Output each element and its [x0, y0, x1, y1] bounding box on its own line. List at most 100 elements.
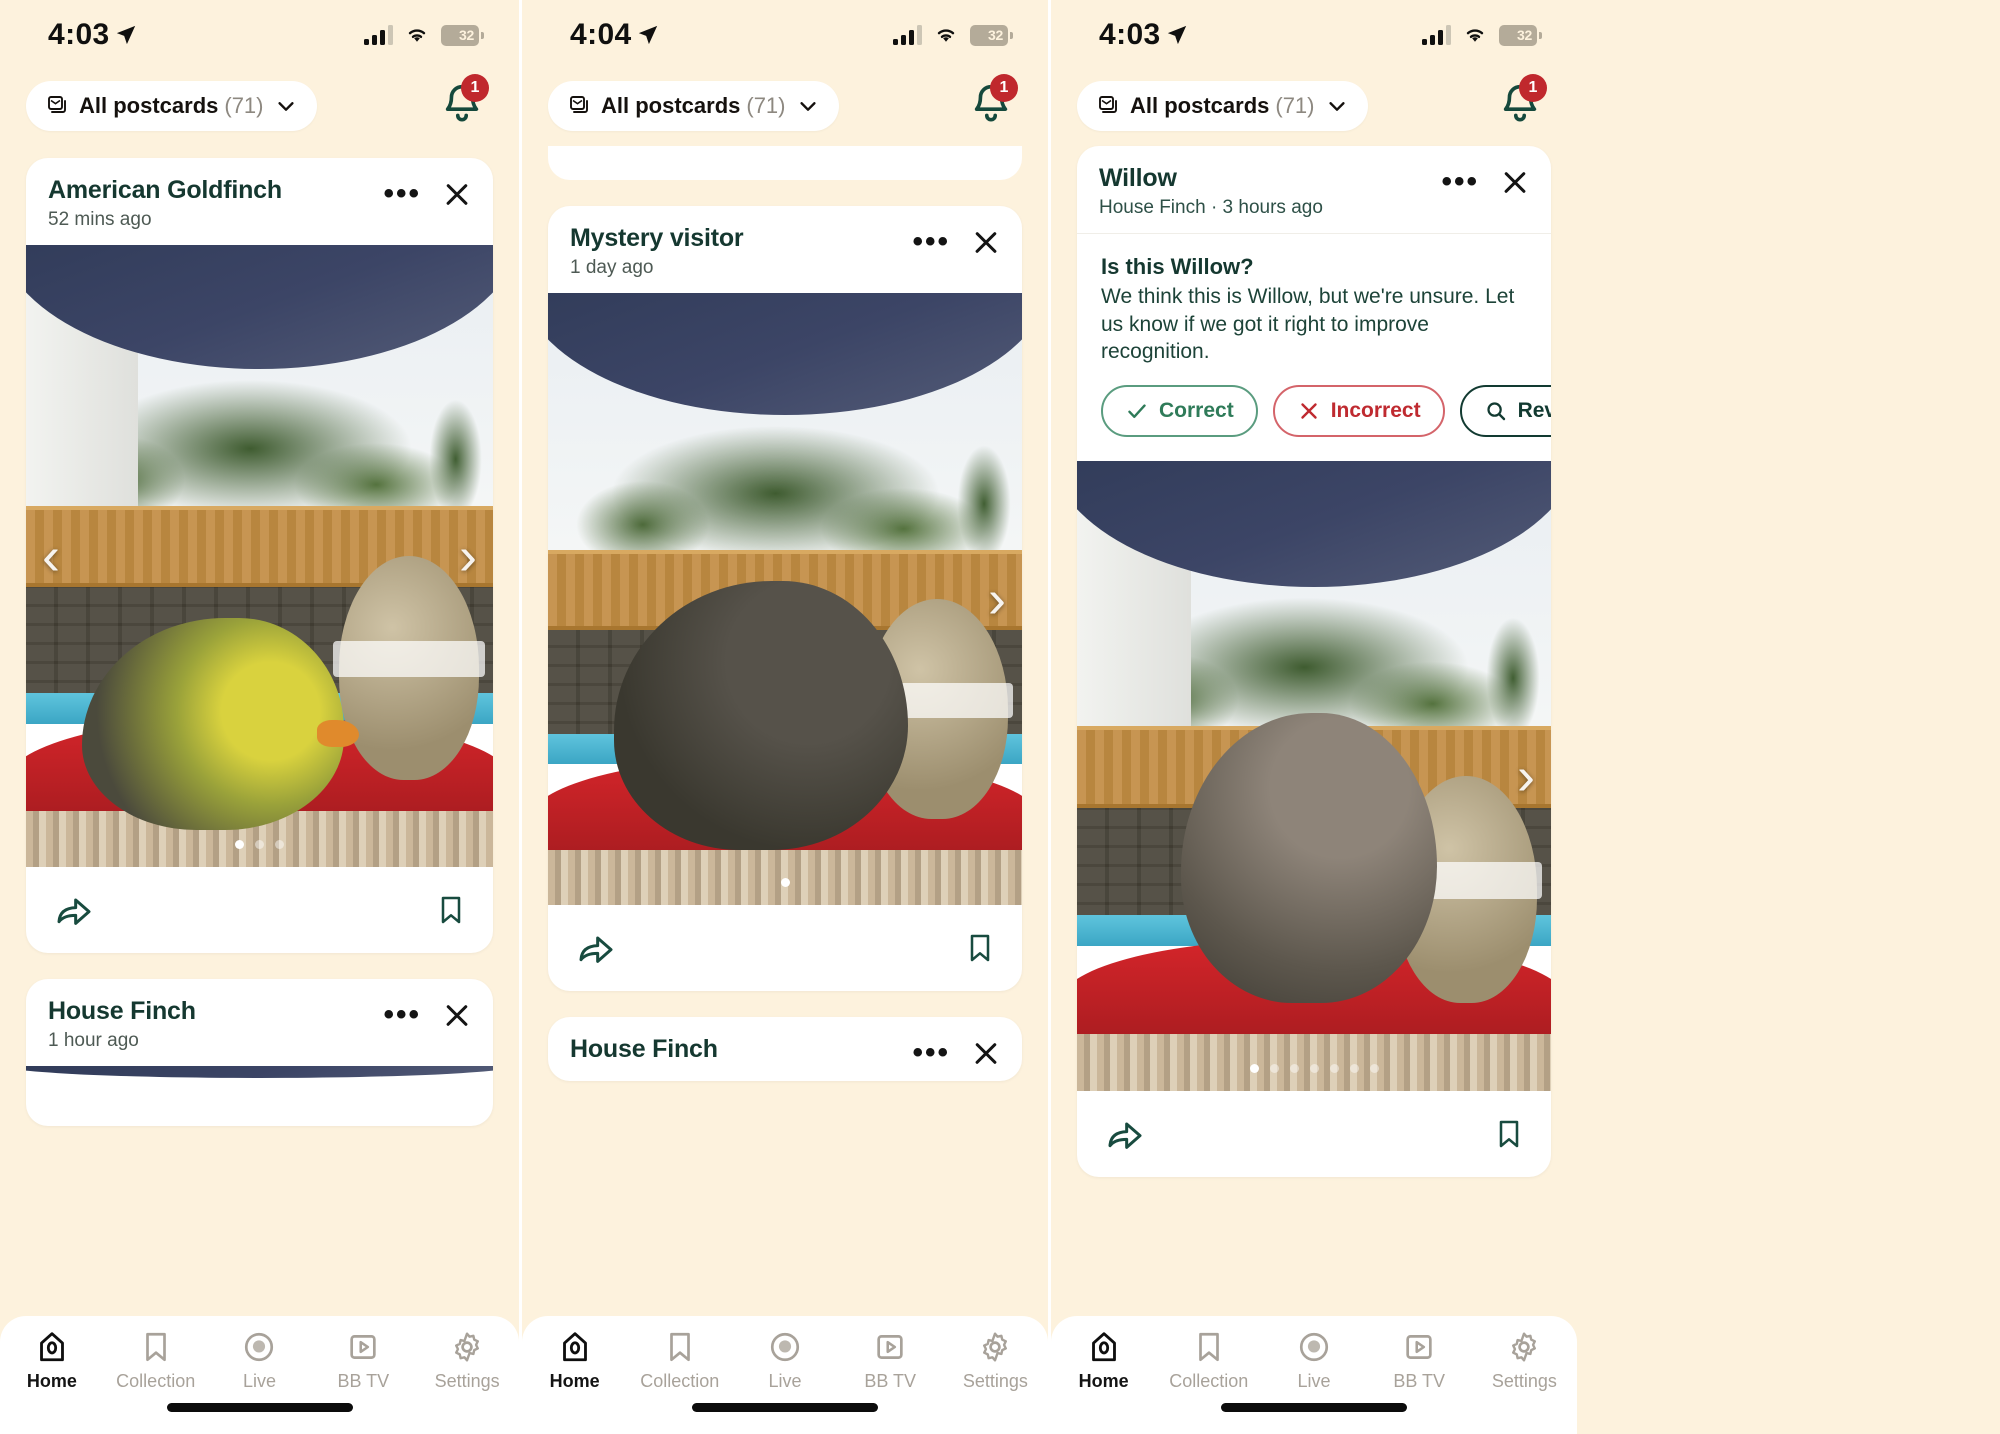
photo-pagination-dots[interactable]	[26, 840, 493, 849]
correct-button-label: Correct	[1159, 399, 1234, 423]
correct-button[interactable]: Correct	[1101, 385, 1258, 438]
card-menu-button[interactable]: •••	[383, 1000, 421, 1030]
photo-next-button[interactable]: ›	[988, 572, 1006, 626]
share-icon[interactable]	[52, 890, 96, 930]
postcard-feed[interactable]: American Goldfinch 52 mins ago ••• ‹ › H…	[0, 158, 519, 1434]
filter-count: (71)	[224, 93, 264, 118]
postcards-filter-button[interactable]: All postcards (71)	[1077, 81, 1368, 131]
cellular-signal-icon	[1422, 25, 1451, 45]
bookmark-icon[interactable]	[964, 928, 996, 968]
close-icon[interactable]	[1501, 168, 1529, 196]
tab-settings[interactable]: Settings	[415, 1330, 519, 1392]
postcard-feed[interactable]: Willow House Finch · 3 hours ago ••• Is …	[1051, 146, 1577, 1434]
postcard-card[interactable]: House Finch 1 hour ago •••	[26, 979, 493, 1126]
card-header: House Finch 1 hour ago •••	[26, 979, 493, 1066]
notifications-button[interactable]: 1	[1497, 74, 1547, 132]
photo-scene	[26, 245, 493, 867]
tab-home[interactable]: Home	[522, 1330, 627, 1392]
battery-level: 32	[988, 27, 1003, 43]
review-button[interactable]: Review	[1459, 385, 1551, 438]
postcard-card[interactable]: House Finch •••	[548, 1017, 1022, 1081]
close-icon[interactable]	[443, 1001, 471, 1029]
gear-icon	[983, 1332, 1008, 1362]
tab-bb-tv[interactable]: BB TV	[1367, 1330, 1472, 1392]
card-timestamp: 52 mins ago	[48, 209, 152, 230]
tab-label: BB TV	[864, 1371, 917, 1391]
tab-collection[interactable]: Collection	[1156, 1330, 1261, 1392]
postcard-feed[interactable]: Mystery visitor 1 day ago ••• › House Fi…	[522, 146, 1048, 1434]
bottom-tab-bar[interactable]: Home Collection Live BB TV Settings	[0, 1316, 519, 1434]
location-arrow-icon	[116, 25, 135, 45]
tab-bb-tv[interactable]: BB TV	[838, 1330, 943, 1392]
card-menu-button[interactable]: •••	[383, 179, 421, 209]
card-footer	[1077, 1091, 1551, 1177]
chevron-down-icon	[799, 102, 816, 111]
card-header-actions: •••	[383, 176, 471, 209]
tab-home[interactable]: Home	[0, 1330, 104, 1392]
postcard-photo[interactable]: ›	[1077, 461, 1551, 1092]
share-icon[interactable]	[574, 928, 618, 968]
wifi-icon	[1466, 29, 1484, 42]
share-icon[interactable]	[1103, 1114, 1147, 1154]
card-header-actions: •••	[383, 997, 471, 1030]
phone-panel-1: 4:03 32 All postcards (71) 1 American Go…	[0, 0, 519, 1434]
battery-level: 32	[1517, 27, 1532, 43]
card-title: House Finch	[570, 1035, 718, 1063]
incorrect-button[interactable]: Incorrect	[1272, 385, 1445, 438]
tab-label: Settings	[1491, 1371, 1557, 1391]
postcard-photo[interactable]: ‹ ›	[26, 245, 493, 867]
close-icon[interactable]	[972, 228, 1000, 256]
tab-live[interactable]: Live	[1261, 1330, 1366, 1392]
card-header-actions: •••	[1441, 164, 1529, 197]
tab-live[interactable]: Live	[208, 1330, 312, 1392]
tab-live[interactable]: Live	[732, 1330, 837, 1392]
tab-collection[interactable]: Collection	[627, 1330, 732, 1392]
confirm-button-row: Correct Incorrect Review	[1101, 385, 1551, 438]
tab-bb-tv[interactable]: BB TV	[311, 1330, 415, 1392]
postcards-filter-button[interactable]: All postcards (71)	[548, 81, 839, 131]
postcard-photo[interactable]	[26, 1066, 493, 1126]
tab-home[interactable]: Home	[1051, 1330, 1156, 1392]
status-indicators: 32	[893, 24, 1013, 46]
identity-confirmation-block: Is this Willow? We think this is Willow,…	[1077, 233, 1551, 461]
close-icon[interactable]	[972, 1039, 1000, 1067]
tab-settings[interactable]: Settings	[943, 1330, 1048, 1392]
bottom-tab-bar[interactable]: Home Collection Live BB TV Settings	[522, 1316, 1048, 1434]
notifications-button[interactable]: 1	[439, 74, 489, 132]
card-title-block: American Goldfinch 52 mins ago	[48, 176, 282, 231]
photo-scene	[548, 293, 1022, 905]
confirm-body: We think this is Willow, but we're unsur…	[1101, 285, 1515, 364]
card-menu-button[interactable]: •••	[1441, 167, 1479, 197]
card-menu-button[interactable]: •••	[912, 1038, 950, 1068]
tab-label: Settings	[434, 1371, 500, 1391]
bookmark-icon[interactable]	[435, 890, 467, 930]
photo-next-button[interactable]: ›	[1517, 749, 1535, 803]
photo-next-button[interactable]: ›	[459, 529, 477, 583]
check-icon	[1128, 404, 1146, 419]
postcard-card[interactable]: Mystery visitor 1 day ago ••• ›	[548, 206, 1022, 991]
photo-pagination-dots[interactable]	[548, 878, 1022, 887]
postcard-photo[interactable]: ›	[548, 293, 1022, 905]
tab-collection[interactable]: Collection	[104, 1330, 208, 1392]
bottom-tab-bar[interactable]: Home Collection Live BB TV Settings	[1051, 1316, 1577, 1434]
chevron-down-icon	[277, 102, 294, 111]
gear-icon	[1512, 1332, 1537, 1362]
card-menu-button[interactable]: •••	[912, 227, 950, 257]
bookmark-icon[interactable]	[1493, 1114, 1525, 1154]
notifications-button[interactable]: 1	[968, 74, 1018, 132]
tab-settings[interactable]: Settings	[1472, 1330, 1577, 1392]
status-time: 4:03	[1099, 18, 1161, 51]
postcard-card[interactable]: Willow House Finch · 3 hours ago ••• Is …	[1077, 146, 1551, 1178]
previous-card-sliver	[548, 146, 1022, 180]
postcards-filter-button[interactable]: All postcards (71)	[26, 81, 317, 131]
tab-label: Home	[549, 1371, 600, 1391]
photo-pagination-dots[interactable]	[1077, 1064, 1551, 1074]
cellular-signal-icon	[893, 25, 922, 45]
close-icon[interactable]	[443, 180, 471, 208]
status-time: 4:03	[48, 18, 110, 51]
postcard-card[interactable]: American Goldfinch 52 mins ago ••• ‹ ›	[26, 158, 493, 953]
photo-prev-button[interactable]: ‹	[42, 529, 60, 583]
play-icon	[877, 1335, 903, 1359]
notification-badge: 1	[1519, 74, 1547, 102]
postcards-icon	[1099, 96, 1117, 113]
